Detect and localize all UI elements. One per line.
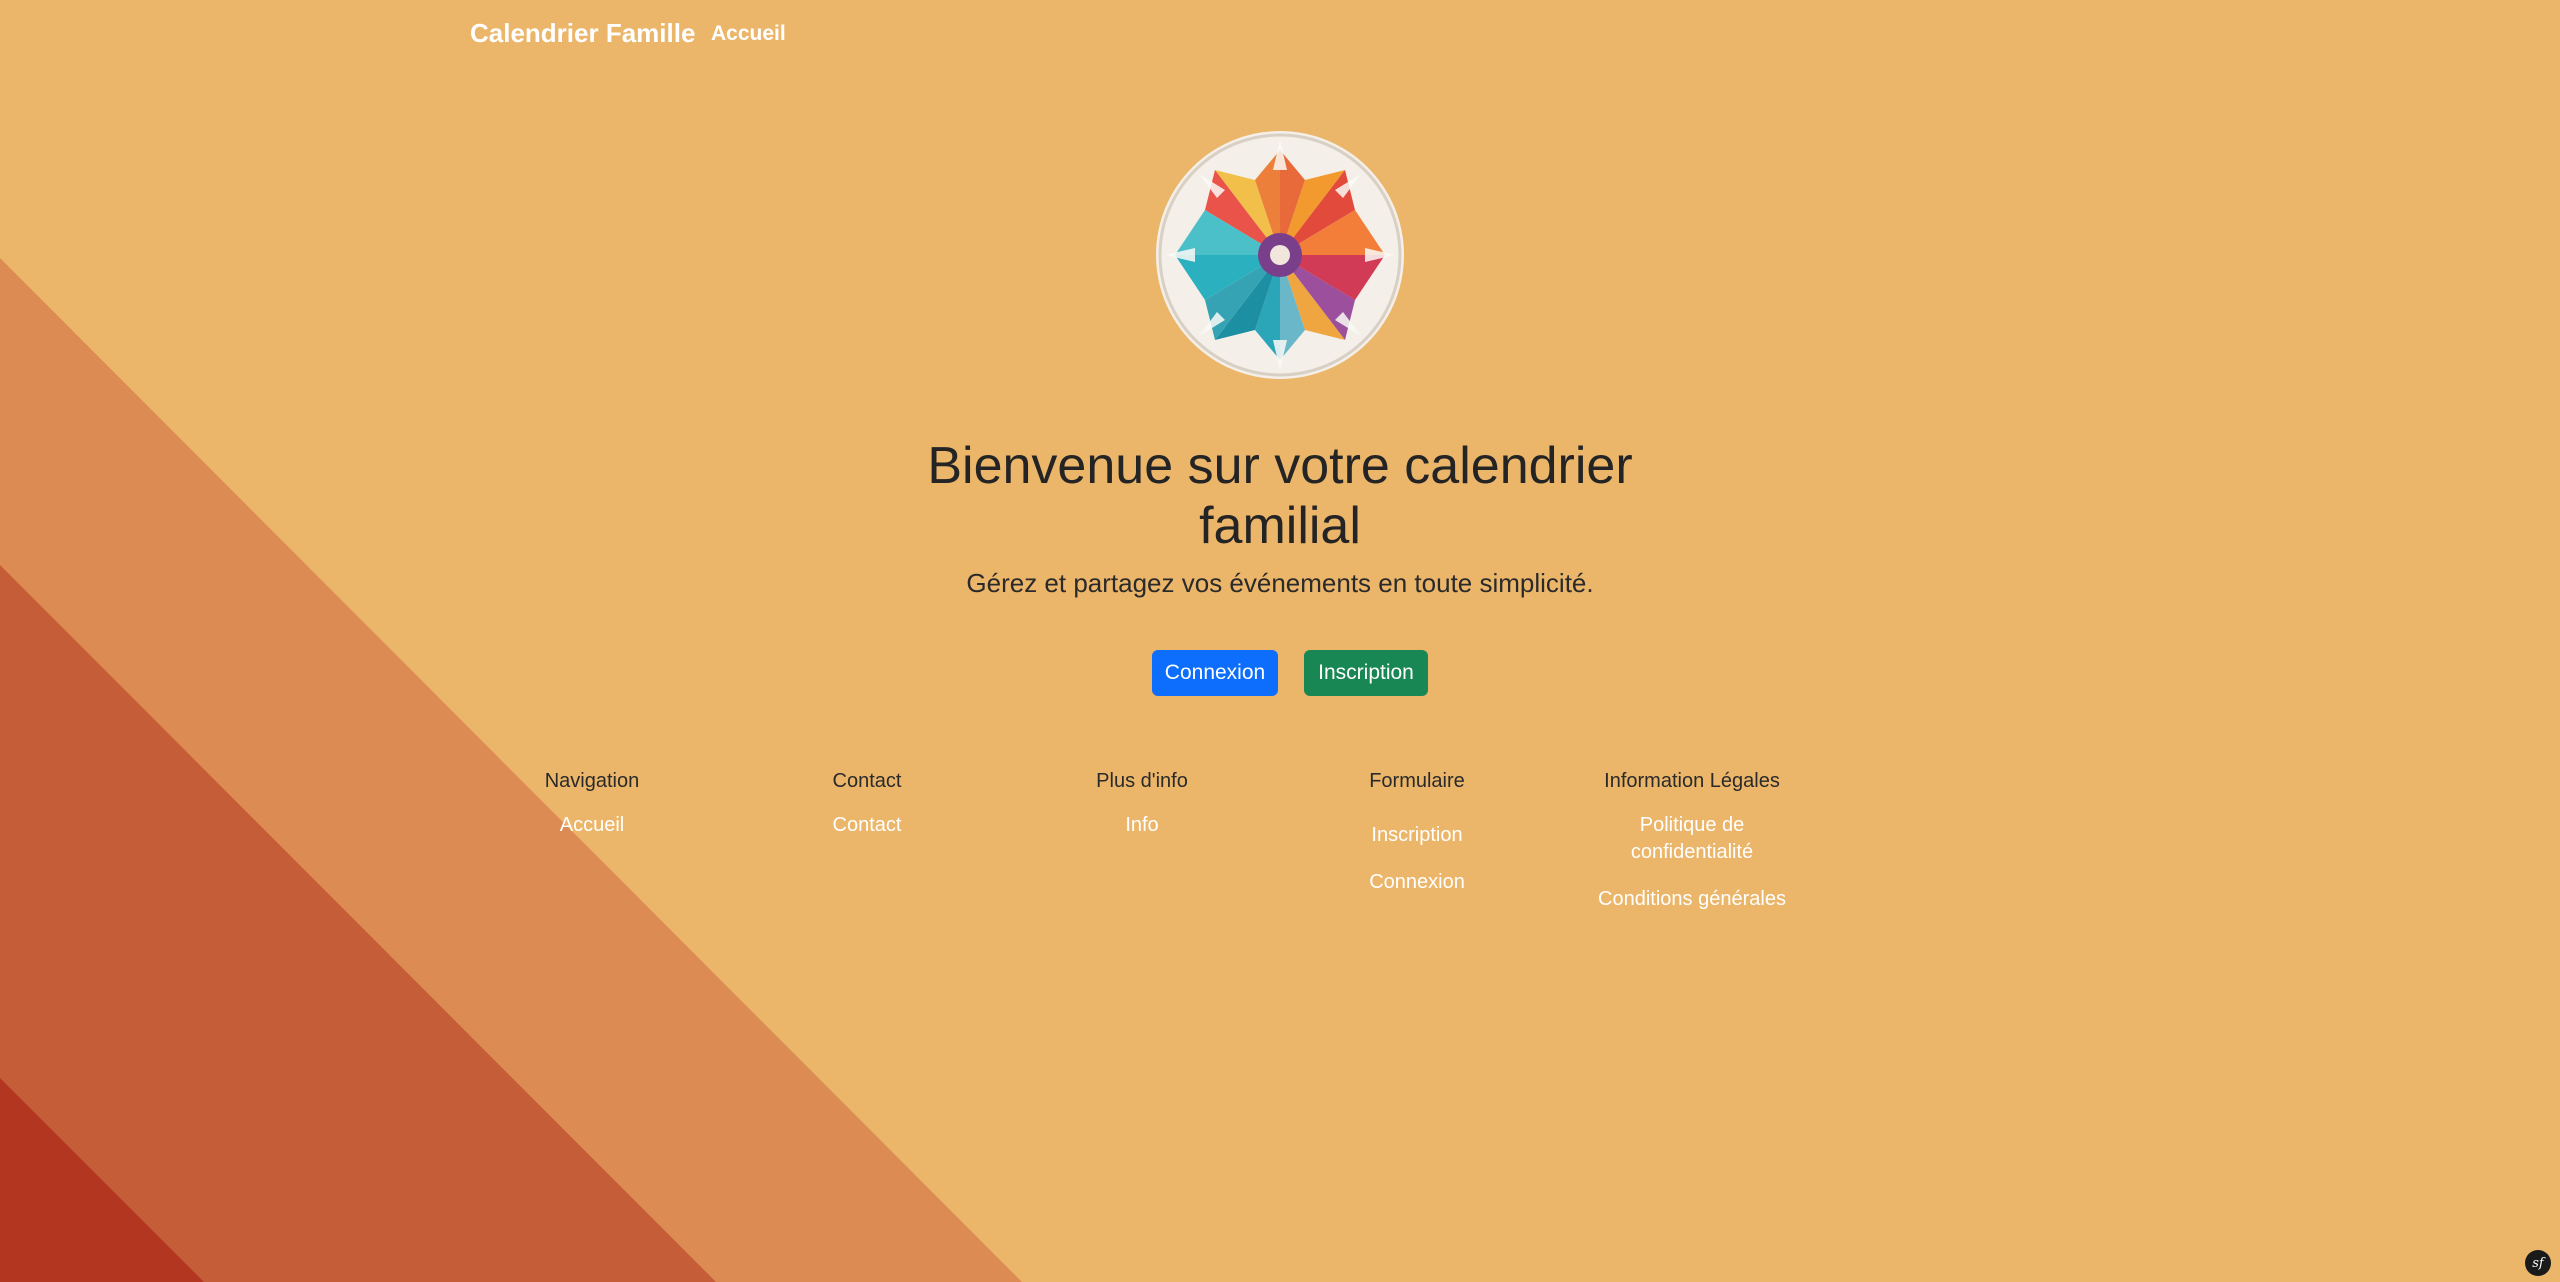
footer-heading: Formulaire <box>1369 770 1465 792</box>
footer-link-privacy[interactable]: Politique de confidentialité <box>1592 812 1792 866</box>
register-button[interactable]: Inscription <box>1304 650 1428 696</box>
origami-rosette-logo <box>1155 130 1405 380</box>
nav-link-accueil[interactable]: Accueil <box>711 22 786 46</box>
page-subtitle: Gérez et partagez vos événements en tout… <box>966 568 1594 598</box>
footer-heading: Contact <box>832 770 902 792</box>
symfony-logo-icon[interactable]: sf <box>2525 1250 2551 1276</box>
footer-link-inscription[interactable]: Inscription <box>1317 822 1517 849</box>
brand-link[interactable]: Calendrier Famille <box>470 18 695 49</box>
footer-link-contact[interactable]: Contact <box>767 812 967 839</box>
login-button[interactable]: Connexion <box>1152 650 1278 696</box>
footer-column-info: Plus d'info Info <box>1042 770 1242 839</box>
footer-heading: Navigation <box>544 770 640 792</box>
page-title: Bienvenue sur votre calendrier familial <box>927 437 1633 555</box>
footer-link-connexion[interactable]: Connexion <box>1317 869 1517 896</box>
footer-heading: Information Légales <box>1604 770 1780 792</box>
footer-link-terms[interactable]: Conditions générales <box>1592 886 1792 913</box>
footer-column-legal: Information Légales Politique de confide… <box>1592 770 1792 913</box>
footer-column-formulaire: Formulaire Inscription Connexion <box>1317 770 1517 896</box>
footer-link-info[interactable]: Info <box>1042 812 1242 839</box>
footer-column-contact: Contact Contact <box>767 770 967 839</box>
top-navbar: Calendrier Famille Accueil <box>0 0 2560 72</box>
footer-heading: Plus d'info <box>1096 770 1188 792</box>
footer-link-accueil[interactable]: Accueil <box>492 812 692 839</box>
footer-column-navigation: Navigation Accueil <box>492 770 692 839</box>
